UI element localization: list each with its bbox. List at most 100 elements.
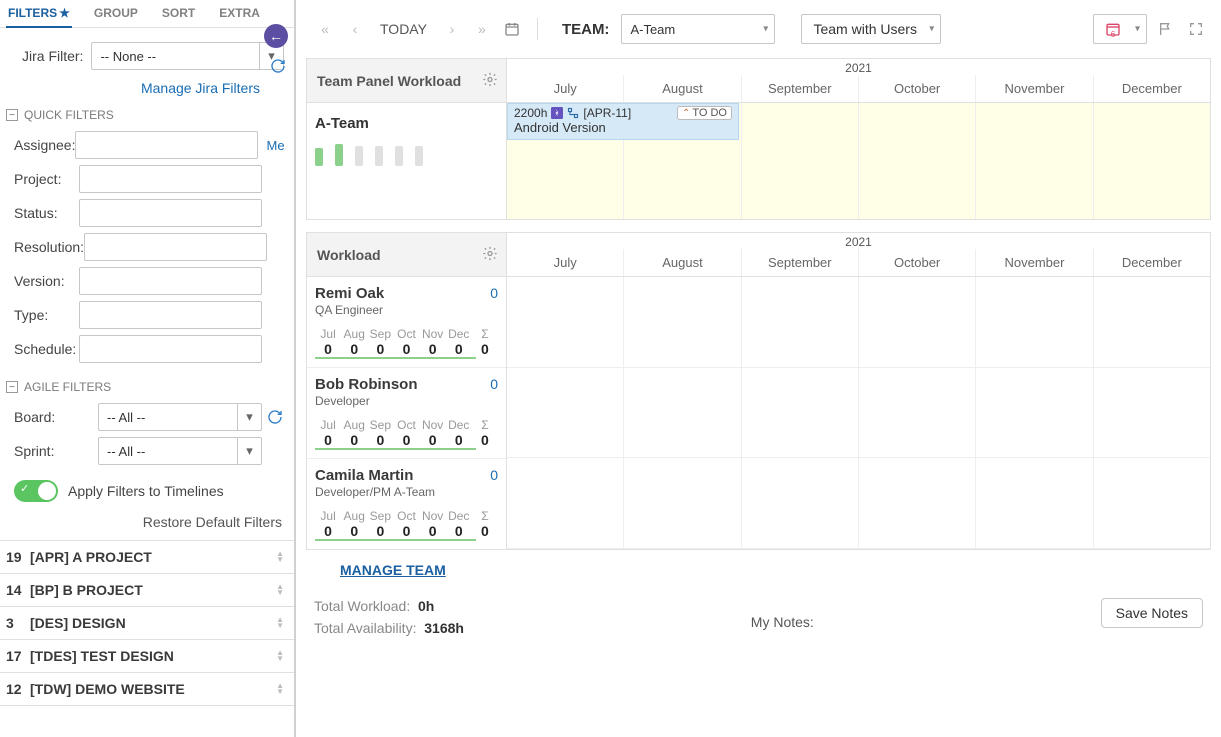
task-block[interactable]: 2200h [APR-11] ⌃ TO DO Android Version [507,103,739,140]
quick-filters-header: − QUICK FILTERS [0,104,294,128]
gear-icon[interactable] [482,245,498,264]
sort-arrows[interactable]: ▲▼ [276,683,284,695]
chevron-down-icon: ▾ [237,438,261,464]
sort-arrows[interactable]: ▲▼ [276,584,284,596]
person-count[interactable]: 0 [490,376,498,392]
project-name: [TDW] DEMO WEBSITE [30,681,276,697]
project-row[interactable]: 12 [TDW] DEMO WEBSITE ▲▼ [0,672,294,706]
board-select[interactable]: -- All -- ▾ [98,403,262,431]
team-select[interactable]: A-Team ▾ [621,14,775,44]
filter-assignee: Assignee: Me [0,128,294,162]
project-row[interactable]: 3 [DES] DESIGN ▲▼ [0,606,294,639]
v: 0 [393,341,419,357]
totals: Total Workload: 0h Total Availability: 3… [314,598,464,636]
m: Nov [420,418,446,432]
jira-filter-select[interactable]: -- None -- ▾ [91,42,284,70]
tab-sort[interactable]: SORT [160,4,197,27]
v: 0 [315,341,341,357]
mode-value: Team with Users [813,21,916,37]
person-count[interactable]: 0 [490,285,498,301]
project-input[interactable] [79,165,262,193]
tab-extra[interactable]: EXTRA [217,4,262,27]
refresh-icon[interactable] [270,58,288,76]
flag-icon[interactable] [1155,18,1177,40]
mode-select[interactable]: Team with Users ▾ [801,14,941,44]
nav-first-icon[interactable]: « [314,18,336,40]
person-name: Bob Robinson [315,376,417,393]
date-picker[interactable]: 6 ▾ [1093,14,1147,44]
me-link[interactable]: Me [262,138,284,153]
month-cell: September [742,75,859,102]
tab-filters[interactable]: FILTERS★ [6,4,72,28]
filter-type: Type: [0,298,294,332]
project-row[interactable]: 19 [APR] A PROJECT ▲▼ [0,540,294,573]
sprint-row: Sprint: -- All -- ▾ [0,434,294,468]
sort-arrows[interactable]: ▲▼ [276,650,284,662]
m: Oct [393,509,419,523]
gear-icon[interactable] [482,71,498,90]
m: Sep [367,418,393,432]
project-row[interactable]: 17 [TDES] TEST DESIGN ▲▼ [0,639,294,672]
m: Σ [472,327,498,341]
project-count: 14 [6,582,30,598]
timeline-months: July August September October November D… [507,75,1210,102]
resolution-input[interactable] [84,233,267,261]
v: 0 [315,523,341,539]
m: Oct [393,418,419,432]
manage-jira-link[interactable]: Manage Jira Filters [0,74,294,104]
month-cell: December [1094,249,1210,276]
manage-team-link[interactable]: MANAGE TEAM [296,550,1221,590]
v: 0 [472,432,498,448]
calendar-icon[interactable] [501,18,523,40]
project-row[interactable]: 14 [BP] B PROJECT ▲▼ [0,573,294,606]
sort-arrows[interactable]: ▲▼ [276,551,284,563]
month-cell: November [976,75,1093,102]
person-count[interactable]: 0 [490,467,498,483]
footer: Total Workload: 0h Total Availability: 3… [296,590,1221,646]
tab-filters-label: FILTERS [8,6,57,20]
jira-filter-value: -- None -- [100,49,156,64]
nav-last-icon[interactable]: » [471,18,493,40]
status-input[interactable] [79,199,262,227]
version-input[interactable] [79,267,262,295]
schedule-input[interactable] [79,335,262,363]
resolution-label: Resolution: [14,239,84,255]
m: Nov [420,509,446,523]
collapse-icon[interactable]: − [6,381,18,393]
type-input[interactable] [79,301,262,329]
agile-filters-title: AGILE FILTERS [24,380,111,394]
m: Jul [315,418,341,432]
tab-group[interactable]: GROUP [92,4,140,27]
sprint-select[interactable]: -- All -- ▾ [98,437,262,465]
restore-defaults-link[interactable]: Restore Default Filters [0,508,294,540]
v: 0 [446,341,472,357]
assignee-input[interactable] [75,131,258,159]
refresh-icon[interactable] [266,408,284,426]
project-count: 17 [6,648,30,664]
workload-row[interactable] [507,458,1210,549]
workload-row[interactable] [507,368,1210,459]
timeline-header: 2021 July August September October Novem… [507,233,1210,277]
workload-timeline: Workload Remi Oak 0 QA Engineer Jul [306,232,1211,550]
apply-filters-toggle[interactable] [14,480,58,502]
version-label: Version: [14,273,79,289]
nav-next-icon[interactable]: › [441,18,463,40]
timeline-header: 2021 July August September October Novem… [507,59,1210,103]
nav-prev-icon[interactable]: ‹ [344,18,366,40]
v: 0 [472,341,498,357]
back-button[interactable]: ← [264,24,288,48]
status-label: Status: [14,205,79,221]
save-notes-button[interactable]: Save Notes [1101,598,1203,628]
fullscreen-icon[interactable] [1185,18,1207,40]
today-button[interactable]: TODAY [374,21,433,37]
workload-row[interactable] [507,277,1210,368]
star-icon: ★ [59,6,70,20]
sort-arrows[interactable]: ▲▼ [276,617,284,629]
team-label: TEAM: [562,21,610,38]
project-name: [BP] B PROJECT [30,582,276,598]
collapse-icon[interactable]: − [6,109,18,121]
timeline-year: 2021 [507,233,1210,249]
sidebar: FILTERS★ GROUP SORT EXTRA Jira Filter: -… [0,0,296,737]
total-availability-label: Total Availability: [314,620,416,636]
filter-project: Project: [0,162,294,196]
